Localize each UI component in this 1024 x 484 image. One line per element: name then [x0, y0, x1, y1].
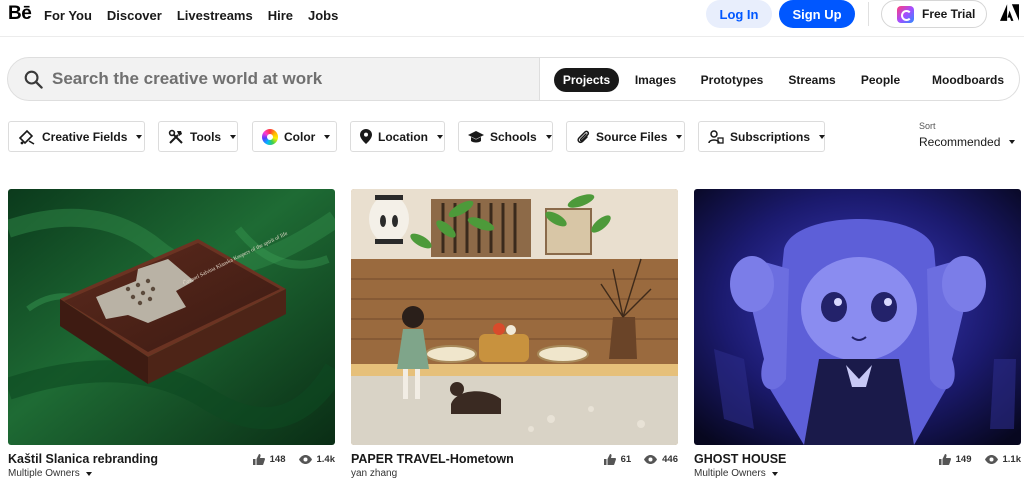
project-owner[interactable]: Multiple Owners	[8, 468, 92, 479]
view-count: 1.1k	[1002, 454, 1022, 465]
project-stats: 61 446	[603, 454, 678, 465]
tab-projects[interactable]: Projects	[554, 68, 619, 92]
tools-icon	[168, 129, 183, 144]
project-title[interactable]: GHOST HOUSE	[694, 452, 786, 466]
eye-icon	[298, 455, 312, 464]
search-scope-tabs: Projects Images Prototypes Streams Peopl…	[539, 57, 1020, 101]
filter-creative-fields[interactable]: Creative Fields	[8, 121, 145, 152]
free-trial-button[interactable]: Free Trial	[881, 0, 987, 28]
project-thumbnail[interactable]: Čovaarí Salvina Klanska Keepers of the s…	[8, 189, 335, 445]
project-cover-image	[351, 189, 678, 445]
like-count: 148	[269, 454, 286, 465]
nav-for-you[interactable]: For You	[44, 8, 92, 23]
filter-subscriptions[interactable]: Subscriptions	[698, 121, 826, 152]
chevron-down-icon	[324, 134, 331, 139]
filter-subscriptions-label: Subscriptions	[730, 129, 811, 144]
tab-streams[interactable]: Streams	[781, 68, 843, 92]
filter-color-label: Color	[284, 129, 316, 144]
paperclip-icon	[577, 130, 589, 143]
project-card[interactable]: PAPER TRAVEL-Hometown yan zhang 61 446	[351, 189, 678, 479]
view-count: 1.4k	[316, 454, 336, 465]
color-wheel-icon	[262, 128, 278, 145]
free-trial-label: Free Trial	[922, 7, 976, 21]
project-stats: 148 1.4k	[252, 454, 336, 465]
project-owner-label: Multiple Owners	[8, 468, 80, 479]
signup-button[interactable]: Sign Up	[779, 0, 855, 28]
like-count: 61	[620, 454, 632, 465]
tab-prototypes[interactable]: Prototypes	[693, 68, 771, 92]
project-thumbnail[interactable]	[694, 189, 1021, 445]
filter-schools-label: Schools	[490, 129, 537, 144]
header-bottom-border	[0, 36, 1024, 37]
creative-fields-icon	[18, 129, 35, 145]
project-cover-image: Čovaarí Salvina Klanska Keepers of the s…	[8, 189, 335, 445]
eye-icon	[644, 455, 658, 464]
location-pin-icon	[360, 129, 372, 144]
project-thumbnail[interactable]	[351, 189, 678, 445]
nav-hire[interactable]: Hire	[268, 8, 293, 23]
chevron-down-icon	[230, 134, 237, 139]
thumbs-up-icon	[603, 454, 616, 465]
header-divider	[868, 2, 869, 26]
project-cover-image	[694, 189, 1021, 445]
project-owner[interactable]: yan zhang	[351, 468, 397, 479]
project-owner-label: yan zhang	[351, 468, 398, 479]
thumbs-up-icon	[938, 454, 951, 465]
nav-livestreams[interactable]: Livestreams	[177, 8, 253, 23]
sort-dropdown[interactable]: Recommended	[919, 135, 1016, 149]
eye-icon	[984, 455, 998, 464]
filter-tools-label: Tools	[190, 129, 222, 144]
filter-source-files-label: Source Files	[596, 129, 668, 144]
top-navigation: Bē For You Discover Livestreams Hire Job…	[0, 0, 1024, 30]
tab-images[interactable]: Images	[628, 68, 683, 92]
main-nav: For You Discover Livestreams Hire Jobs	[44, 8, 338, 23]
chevron-down-icon	[545, 134, 552, 139]
project-card[interactable]: GHOST HOUSE Multiple Owners 149 1.1k	[694, 189, 1021, 479]
search-icon	[24, 70, 43, 89]
thumbs-up-icon	[252, 454, 265, 465]
project-owner-label: Multiple Owners	[694, 468, 766, 479]
nav-discover[interactable]: Discover	[107, 8, 162, 23]
sort-value: Recommended	[919, 135, 1001, 149]
chevron-down-icon	[1009, 140, 1016, 144]
project-owner[interactable]: Multiple Owners	[694, 468, 778, 479]
chevron-down-icon	[85, 471, 92, 476]
chevron-down-icon	[819, 134, 826, 139]
search-input[interactable]	[52, 66, 532, 92]
search-bar: Projects Images Prototypes Streams Peopl…	[7, 57, 1020, 101]
project-card[interactable]: Čovaarí Salvina Klanska Keepers of the s…	[8, 189, 335, 479]
creative-cloud-icon	[897, 5, 914, 23]
chevron-down-icon	[771, 471, 778, 476]
tab-moodboards[interactable]: Moodboards	[918, 68, 1018, 92]
subscriptions-icon	[708, 129, 724, 144]
nav-jobs[interactable]: Jobs	[308, 8, 338, 23]
tab-people[interactable]: People	[853, 68, 908, 92]
filter-source-files[interactable]: Source Files	[566, 121, 685, 152]
sort-label: Sort	[919, 121, 936, 131]
view-count: 446	[662, 454, 678, 465]
adobe-icon[interactable]	[1000, 4, 1019, 21]
like-count: 149	[955, 454, 972, 465]
project-stats: 149 1.1k	[938, 454, 1022, 465]
chevron-down-icon	[676, 134, 683, 139]
login-button[interactable]: Log In	[706, 0, 772, 28]
behance-logo[interactable]: Bē	[8, 3, 32, 25]
chevron-down-icon	[437, 134, 443, 139]
filter-location[interactable]: Location	[350, 121, 445, 152]
project-title[interactable]: PAPER TRAVEL-Hometown	[351, 452, 514, 466]
chevron-down-icon	[136, 134, 143, 139]
filter-location-label: Location	[378, 129, 428, 144]
filter-schools[interactable]: Schools	[458, 121, 553, 152]
filter-creative-fields-label: Creative Fields	[42, 129, 128, 144]
filter-color[interactable]: Color	[252, 121, 337, 152]
filter-tools[interactable]: Tools	[158, 121, 238, 152]
project-title[interactable]: Kaštil Slanica rebranding	[8, 452, 158, 466]
graduation-cap-icon	[468, 130, 484, 142]
